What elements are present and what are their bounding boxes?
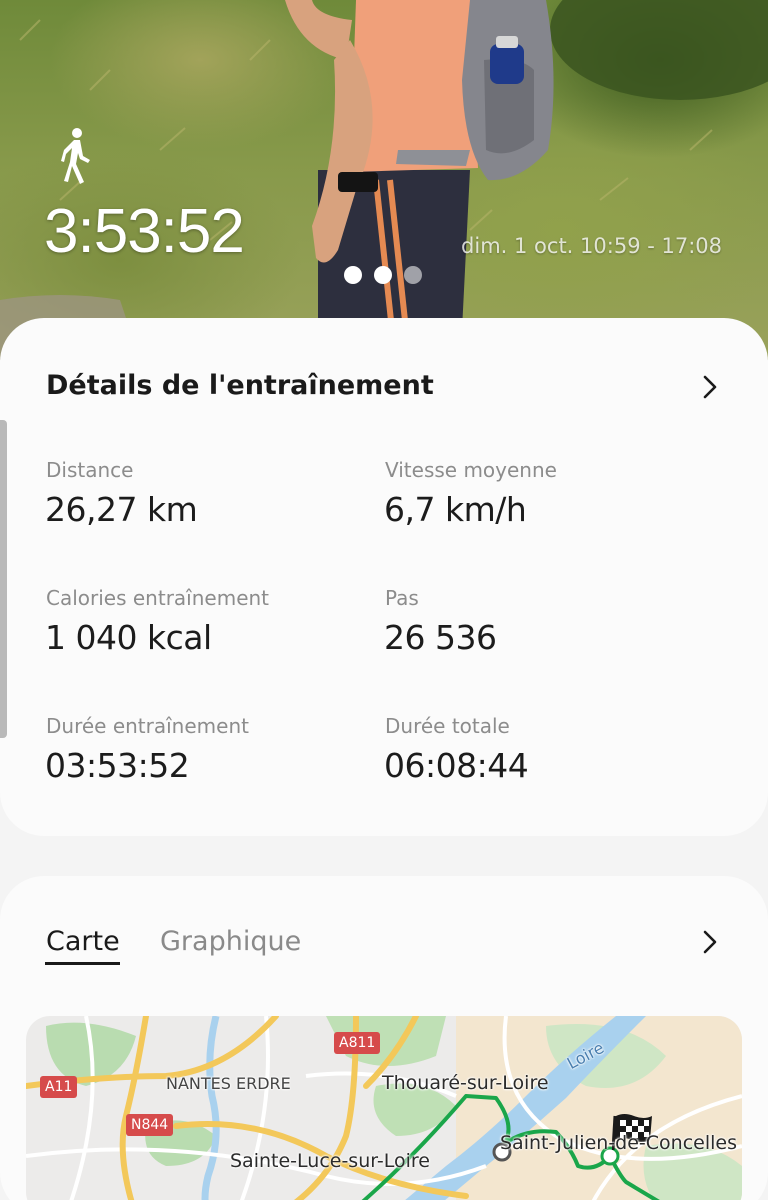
stat-distance-value: 26,27 km [45,490,198,529]
workout-duration: 3:53:52 [44,197,245,266]
chevron-right-icon[interactable] [700,373,720,401]
stat-steps-label: Pas [385,586,419,610]
photo-illustration [0,0,768,360]
details-title[interactable]: Détails de l'entraînement [46,370,434,401]
stat-workout-duration-label: Durée entraînement [46,714,249,738]
map-label-nantes-erdre: NANTES ERDRE [166,1074,291,1093]
stat-calories-label: Calories entraînement [46,586,270,610]
map-label-thouare: Thouaré-sur-Loire [382,1072,549,1094]
stat-avg-speed-label: Vitesse moyenne [385,458,557,482]
map-label-saint-julien: Saint-Julien-de-Concelles [500,1132,737,1154]
stat-workout-duration-value: 03:53:52 [45,746,190,785]
photo-pager[interactable] [344,266,422,284]
road-shield-n844: N844 [126,1114,174,1136]
stat-calories-value: 1 040 kcal [45,618,212,657]
pager-dot-2[interactable] [374,266,392,284]
route-map[interactable]: A11 A811 N844 NANTES ERDRE Thouaré-sur-L… [26,1016,742,1200]
pager-dot-1[interactable] [344,266,362,284]
stat-distance-label: Distance [46,458,134,482]
chevron-right-icon[interactable] [700,928,720,956]
tab-carte[interactable]: Carte [46,926,120,957]
active-tab-indicator [45,962,120,965]
tab-graphique[interactable]: Graphique [160,926,301,957]
stat-total-duration-label: Durée totale [385,714,510,738]
pager-dot-3[interactable] [404,266,422,284]
workout-date-range: dim. 1 oct. 10:59 - 17:08 [461,234,722,258]
map-label-sainte-luce: Sainte-Luce-sur-Loire [230,1150,430,1172]
walking-person-icon [61,128,90,184]
road-shield-a811: A811 [334,1032,381,1054]
stat-steps-value: 26 536 [384,618,497,657]
workout-photo[interactable]: 3:53:52 dim. 1 oct. 10:59 - 17:08 [0,0,768,360]
stat-total-duration-value: 06:08:44 [384,746,529,785]
stat-avg-speed-value: 6,7 km/h [384,490,527,529]
scroll-handle[interactable] [0,420,7,738]
map-canvas [26,1016,742,1200]
road-shield-a11: A11 [40,1076,78,1098]
